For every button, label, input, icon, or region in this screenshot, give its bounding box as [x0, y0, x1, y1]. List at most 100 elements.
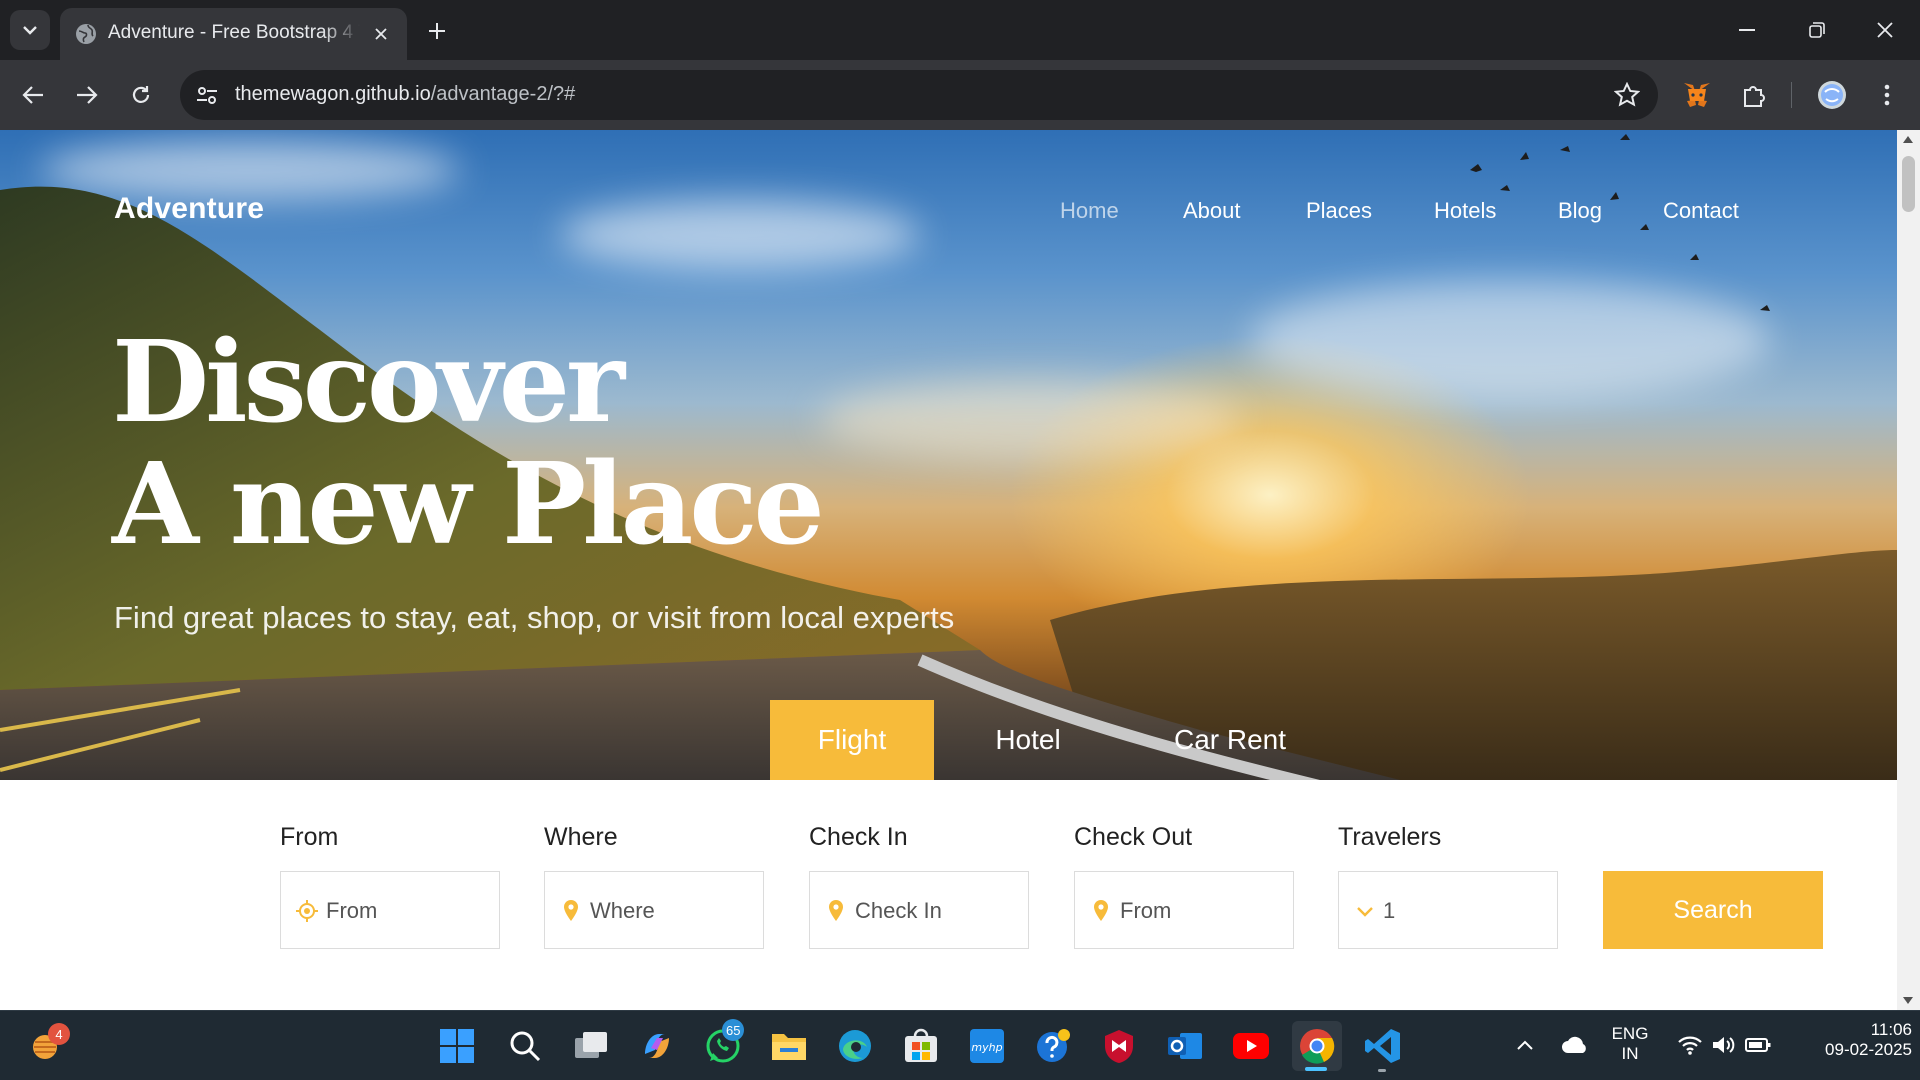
- youtube-button[interactable]: [1226, 1021, 1276, 1071]
- hero-section: Adventure Home About Places Hotels Blog …: [0, 130, 1897, 780]
- mcafee-shield-icon: [1105, 1030, 1133, 1063]
- vscode-button[interactable]: [1358, 1021, 1408, 1071]
- chrome-icon: [1300, 1029, 1335, 1064]
- travelers-value: 1: [1383, 898, 1396, 923]
- edge-icon: [839, 1030, 871, 1062]
- help-icon: [1037, 1029, 1070, 1062]
- from-input[interactable]: From: [280, 871, 500, 949]
- search-icon: [510, 1031, 541, 1062]
- myhp-button[interactable]: myhp: [962, 1021, 1012, 1071]
- folder-icon: [772, 1034, 806, 1060]
- globe-icon: [76, 24, 96, 44]
- battery-icon: [1745, 1038, 1771, 1052]
- tab-hotel[interactable]: Hotel: [960, 700, 1096, 780]
- outlook-icon: [1168, 1033, 1202, 1059]
- running-app-indicator: [1378, 1069, 1386, 1072]
- active-tab[interactable]: Adventure - Free Bootstrap 4 Template: [60, 8, 407, 60]
- extensions-puzzle-icon[interactable]: [1737, 78, 1771, 112]
- chevron-up-icon: [1517, 1040, 1533, 1050]
- task-view-icon: [575, 1032, 607, 1058]
- bookmark-star-icon[interactable]: [1614, 82, 1640, 108]
- quick-settings-button[interactable]: [1664, 1020, 1784, 1070]
- browser-menu-button[interactable]: [1870, 78, 1904, 112]
- widgets-button[interactable]: 4: [22, 1021, 72, 1071]
- nav-about[interactable]: About: [1183, 198, 1241, 224]
- new-tab-button[interactable]: [420, 14, 454, 48]
- widgets-badge: 4: [48, 1023, 70, 1045]
- microsoft-store-button[interactable]: [896, 1021, 946, 1071]
- back-button[interactable]: [14, 76, 52, 114]
- scroll-thumb[interactable]: [1902, 156, 1915, 212]
- nav-contact[interactable]: Contact: [1663, 198, 1739, 224]
- minimize-button[interactable]: [1724, 10, 1770, 50]
- site-logo[interactable]: Adventure: [114, 192, 264, 226]
- search-form: From From Where Where Check In Check In …: [208, 780, 1897, 1010]
- wifi-icon: [1678, 1036, 1702, 1055]
- scroll-up-arrow-icon[interactable]: [1903, 136, 1913, 143]
- file-explorer-button[interactable]: [764, 1021, 814, 1071]
- where-input[interactable]: Where: [544, 871, 764, 949]
- active-app-indicator: [1305, 1067, 1327, 1071]
- show-hidden-icons-button[interactable]: [1500, 1020, 1550, 1070]
- tab-car-rent[interactable]: Car Rent: [1140, 700, 1320, 780]
- nav-blog[interactable]: Blog: [1558, 198, 1602, 224]
- chevron-down-icon: [1357, 907, 1373, 917]
- cloud-icon: [1562, 1036, 1586, 1053]
- hero-title-line-2: A new Place: [112, 439, 825, 570]
- start-button[interactable]: [432, 1021, 482, 1071]
- map-pin-icon: [564, 900, 578, 921]
- search-button[interactable]: [500, 1021, 550, 1071]
- hero-title-line-1: Discover: [112, 317, 625, 448]
- edge-button[interactable]: [830, 1021, 880, 1071]
- close-window-button[interactable]: [1862, 10, 1908, 50]
- reload-icon: [132, 86, 150, 103]
- chrome-button[interactable]: [1292, 1021, 1342, 1071]
- site-settings-icon[interactable]: [194, 82, 220, 108]
- scroll-down-arrow-icon[interactable]: [1903, 997, 1913, 1004]
- checkout-input[interactable]: From: [1074, 871, 1294, 949]
- forward-button[interactable]: [68, 76, 106, 114]
- outlook-button[interactable]: [1160, 1021, 1210, 1071]
- tab-flight[interactable]: Flight: [770, 700, 934, 780]
- task-view-button[interactable]: [566, 1021, 616, 1071]
- nav-home[interactable]: Home: [1060, 198, 1119, 224]
- profile-avatar[interactable]: [1815, 78, 1849, 112]
- map-pin-icon: [1094, 900, 1108, 921]
- nav-places[interactable]: Places: [1306, 198, 1372, 224]
- close-tab-icon[interactable]: [369, 22, 393, 46]
- chevron-down-icon: [23, 26, 37, 35]
- onedrive-button[interactable]: [1550, 1020, 1600, 1070]
- restore-icon: [1809, 22, 1825, 38]
- map-pin-icon: [829, 900, 843, 921]
- hero-subtitle: Find great places to stay, eat, shop, or…: [114, 600, 955, 635]
- page-scrollbar[interactable]: [1897, 130, 1920, 1010]
- language-indicator[interactable]: ENG IN: [1598, 1024, 1662, 1064]
- mcafee-button[interactable]: [1094, 1021, 1144, 1071]
- store-icon: [905, 1028, 937, 1062]
- from-placeholder: From: [326, 898, 378, 923]
- metamask-extension-icon[interactable]: [1680, 78, 1714, 112]
- clock-time: 11:06: [1870, 1020, 1912, 1039]
- close-icon: [1877, 22, 1893, 38]
- checkin-input[interactable]: Check In: [809, 871, 1029, 949]
- travelers-select[interactable]: 1: [1338, 871, 1558, 949]
- where-placeholder: Where: [590, 898, 655, 923]
- windows-logo-icon: [440, 1029, 474, 1063]
- nav-hotels[interactable]: Hotels: [1434, 198, 1496, 224]
- clock[interactable]: 11:06 09-02-2025: [1790, 1020, 1912, 1060]
- checkout-label: Check Out: [1074, 823, 1193, 851]
- hero-title: Discover A new Place: [112, 317, 825, 570]
- arrow-left-icon: [22, 86, 43, 104]
- restore-button[interactable]: [1794, 10, 1840, 50]
- search-button[interactable]: Search: [1603, 871, 1823, 949]
- whatsapp-button[interactable]: 65: [698, 1019, 748, 1071]
- page-viewport: Adventure Home About Places Hotels Blog …: [0, 130, 1897, 1010]
- tab-search-button[interactable]: [10, 10, 50, 50]
- address-bar[interactable]: themewagon.github.io/advantage-2/?#: [180, 70, 1658, 120]
- copilot-button[interactable]: [632, 1021, 682, 1071]
- get-help-button[interactable]: [1028, 1021, 1078, 1071]
- copilot-icon: [645, 1034, 669, 1058]
- minimize-icon: [1739, 29, 1755, 31]
- reload-button[interactable]: [122, 76, 160, 114]
- vscode-icon: [1365, 1029, 1400, 1063]
